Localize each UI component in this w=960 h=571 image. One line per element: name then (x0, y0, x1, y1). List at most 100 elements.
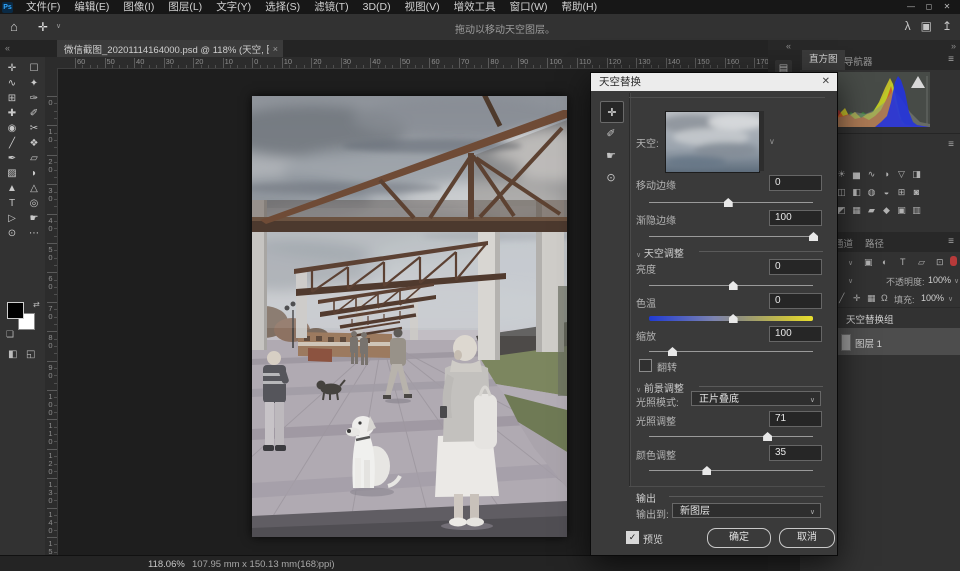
menu-item[interactable]: 文字(Y) (209, 0, 258, 14)
output-to-select[interactable]: 新图层∨ (672, 503, 821, 518)
history-brush-tool[interactable]: ✂ (23, 121, 45, 136)
chevron-down-icon[interactable]: ∨ (56, 22, 61, 30)
lock-transparent-icon[interactable]: ╱ (839, 293, 844, 304)
fill-value[interactable]: 100% (921, 293, 944, 303)
pen-tool[interactable]: ✒ (1, 151, 23, 166)
lock-artboard-icon[interactable]: ▦ (867, 293, 876, 304)
photo-filter-icon[interactable]: ◍ (865, 186, 878, 199)
minimize-button[interactable]: — (902, 0, 920, 14)
sharpen-tool[interactable]: △ (23, 181, 45, 196)
panel-menu-icon[interactable]: ≡ (948, 139, 954, 150)
document-tab[interactable]: 微信截图_20201114164000.psd @ 118% (天空, 图层蒙版… (57, 40, 283, 57)
channel-mixer-icon[interactable]: ◒ (880, 186, 893, 199)
black-white-icon[interactable]: ◧ (850, 186, 863, 199)
share-icon[interactable]: ↥ (942, 19, 952, 33)
menu-item[interactable]: 增效工具 (447, 0, 503, 14)
default-colors-icon[interactable]: ❏ (6, 329, 14, 340)
screen-mode-icon[interactable]: ◱ (26, 349, 35, 360)
vibrance-icon[interactable]: ▽ (895, 168, 908, 181)
marquee-tool[interactable]: ☐ (23, 61, 45, 76)
threshold-icon[interactable]: ▦ (850, 204, 863, 217)
snapping-icon[interactable]: λ (905, 19, 911, 33)
brush-tool[interactable]: ✐ (23, 106, 45, 121)
shape-pen-tool[interactable]: ◎ (23, 196, 45, 211)
panel-menu-icon[interactable]: ≡ (948, 54, 954, 65)
curves-icon[interactable]: ∿ (865, 168, 878, 181)
panel-layout-icon[interactable]: ▣ (921, 19, 932, 33)
slider-value-input[interactable]: 0 (769, 175, 822, 191)
menu-item[interactable]: 选择(S) (258, 0, 307, 14)
document-canvas-image[interactable] (252, 96, 567, 537)
menu-item[interactable]: 滤镜(T) (307, 0, 355, 14)
sky-hand-tool[interactable]: ☛ (600, 145, 622, 165)
gradient-tool[interactable]: ▨ (1, 166, 23, 181)
color-lookup-icon[interactable]: ⊞ (895, 186, 908, 199)
slider-value-input[interactable]: 35 (769, 445, 822, 461)
opacity-value[interactable]: 100% (928, 275, 951, 285)
close-button[interactable]: ✕ (938, 0, 956, 14)
lock-all-icon[interactable]: Ω (881, 293, 888, 303)
move-tool[interactable]: ✛ (1, 61, 23, 76)
more-tools[interactable]: ⋯ (23, 226, 45, 241)
slider-thumb[interactable] (702, 466, 711, 475)
filter-toggle-icon[interactable] (950, 256, 957, 266)
restore-button[interactable]: ◻ (920, 0, 938, 14)
panel-menu-icon[interactable]: ≡ (948, 236, 954, 247)
foreground-adjustments-section[interactable]: ∨ 前景调整 (636, 380, 684, 395)
slider-value-input[interactable]: 100 (769, 210, 822, 226)
crop-tool[interactable]: ⊞ (1, 91, 23, 106)
type-tool[interactable]: T (1, 196, 23, 211)
slider-thumb[interactable] (668, 347, 677, 356)
sky-brush-tool[interactable]: ✐ (600, 123, 622, 143)
cancel-button[interactable]: 取消 (779, 528, 835, 548)
pattern-stamp-tool[interactable]: ❖ (23, 136, 45, 151)
dialog-close-icon[interactable]: ✕ (822, 73, 830, 91)
opacity-chevron-icon[interactable]: ∨ (954, 277, 959, 285)
lighting-mode-select[interactable]: 正片叠底∨ (691, 391, 821, 406)
filter-type-layers-icon[interactable]: T (900, 257, 906, 267)
slider-value-input[interactable]: 0 (769, 259, 822, 275)
home-icon[interactable]: ⌂ (10, 19, 18, 34)
fill-chevron-icon[interactable]: ∨ (948, 295, 953, 303)
sky-adjustments-section[interactable]: ∨ 天空调整 (636, 245, 684, 260)
menu-item[interactable]: 文件(F) (19, 0, 67, 14)
menu-item[interactable]: 图像(I) (116, 0, 161, 14)
clone-stamp-tool[interactable]: ◉ (1, 121, 23, 136)
gradient-map-icon[interactable]: ▰ (865, 204, 878, 217)
flip-checkbox[interactable] (639, 359, 652, 372)
menu-item[interactable]: 帮助(H) (555, 0, 605, 14)
hue-saturation-icon[interactable]: ◨ (910, 168, 923, 181)
slider-thumb[interactable] (729, 281, 738, 290)
dialog-title[interactable]: 天空替换 (591, 73, 837, 91)
slider-track[interactable] (649, 436, 813, 437)
sky-preset-chevron-icon[interactable]: ∨ (769, 137, 775, 146)
move-tool-option-icon[interactable]: ✛ (38, 20, 48, 34)
filter-adjustment-layers-icon[interactable]: ◐ (882, 257, 887, 267)
quick-mask-icon[interactable]: ◧ (8, 349, 17, 360)
preview-checkbox[interactable]: ✓ (626, 531, 639, 544)
slider-track[interactable] (649, 236, 813, 237)
menu-item[interactable]: 3D(D) (356, 0, 398, 14)
healing-brush-tool[interactable]: ✚ (1, 106, 23, 121)
slider-value-input[interactable]: 100 (769, 326, 822, 342)
slider-value-input[interactable]: 0 (769, 293, 822, 309)
foreground-color-swatch[interactable] (7, 302, 24, 319)
menu-item[interactable]: 窗口(W) (503, 0, 555, 14)
filter-pixel-layers-icon[interactable]: ▣ (864, 257, 873, 268)
status-chevron-icon[interactable]: 〉 (316, 559, 324, 570)
eyedropper-tool[interactable]: ✑ (23, 91, 45, 106)
zoom-tool[interactable]: ⊙ (1, 226, 23, 241)
eraser-tool[interactable]: ▱ (23, 151, 45, 166)
zoom-level-field[interactable]: 118.06% (148, 559, 185, 570)
levels-icon[interactable]: ▅ (850, 168, 863, 181)
swap-colors-icon[interactable]: ⇄ (33, 300, 40, 309)
dodge-tool[interactable]: ▲ (1, 181, 23, 196)
selective-color-icon[interactable]: ◆ (880, 204, 893, 217)
path-select-tool[interactable]: ▷ (1, 211, 23, 226)
menu-item[interactable]: 视图(V) (398, 0, 447, 14)
filter-shape-layers-icon[interactable]: ▱ (918, 257, 925, 268)
tab-路径[interactable]: 路径 (865, 236, 884, 250)
color-fill-icon[interactable]: ▣ (895, 204, 908, 217)
thumbnail-scrollbar[interactable] (759, 111, 764, 171)
lock-position-icon[interactable]: ✛ (853, 293, 861, 304)
